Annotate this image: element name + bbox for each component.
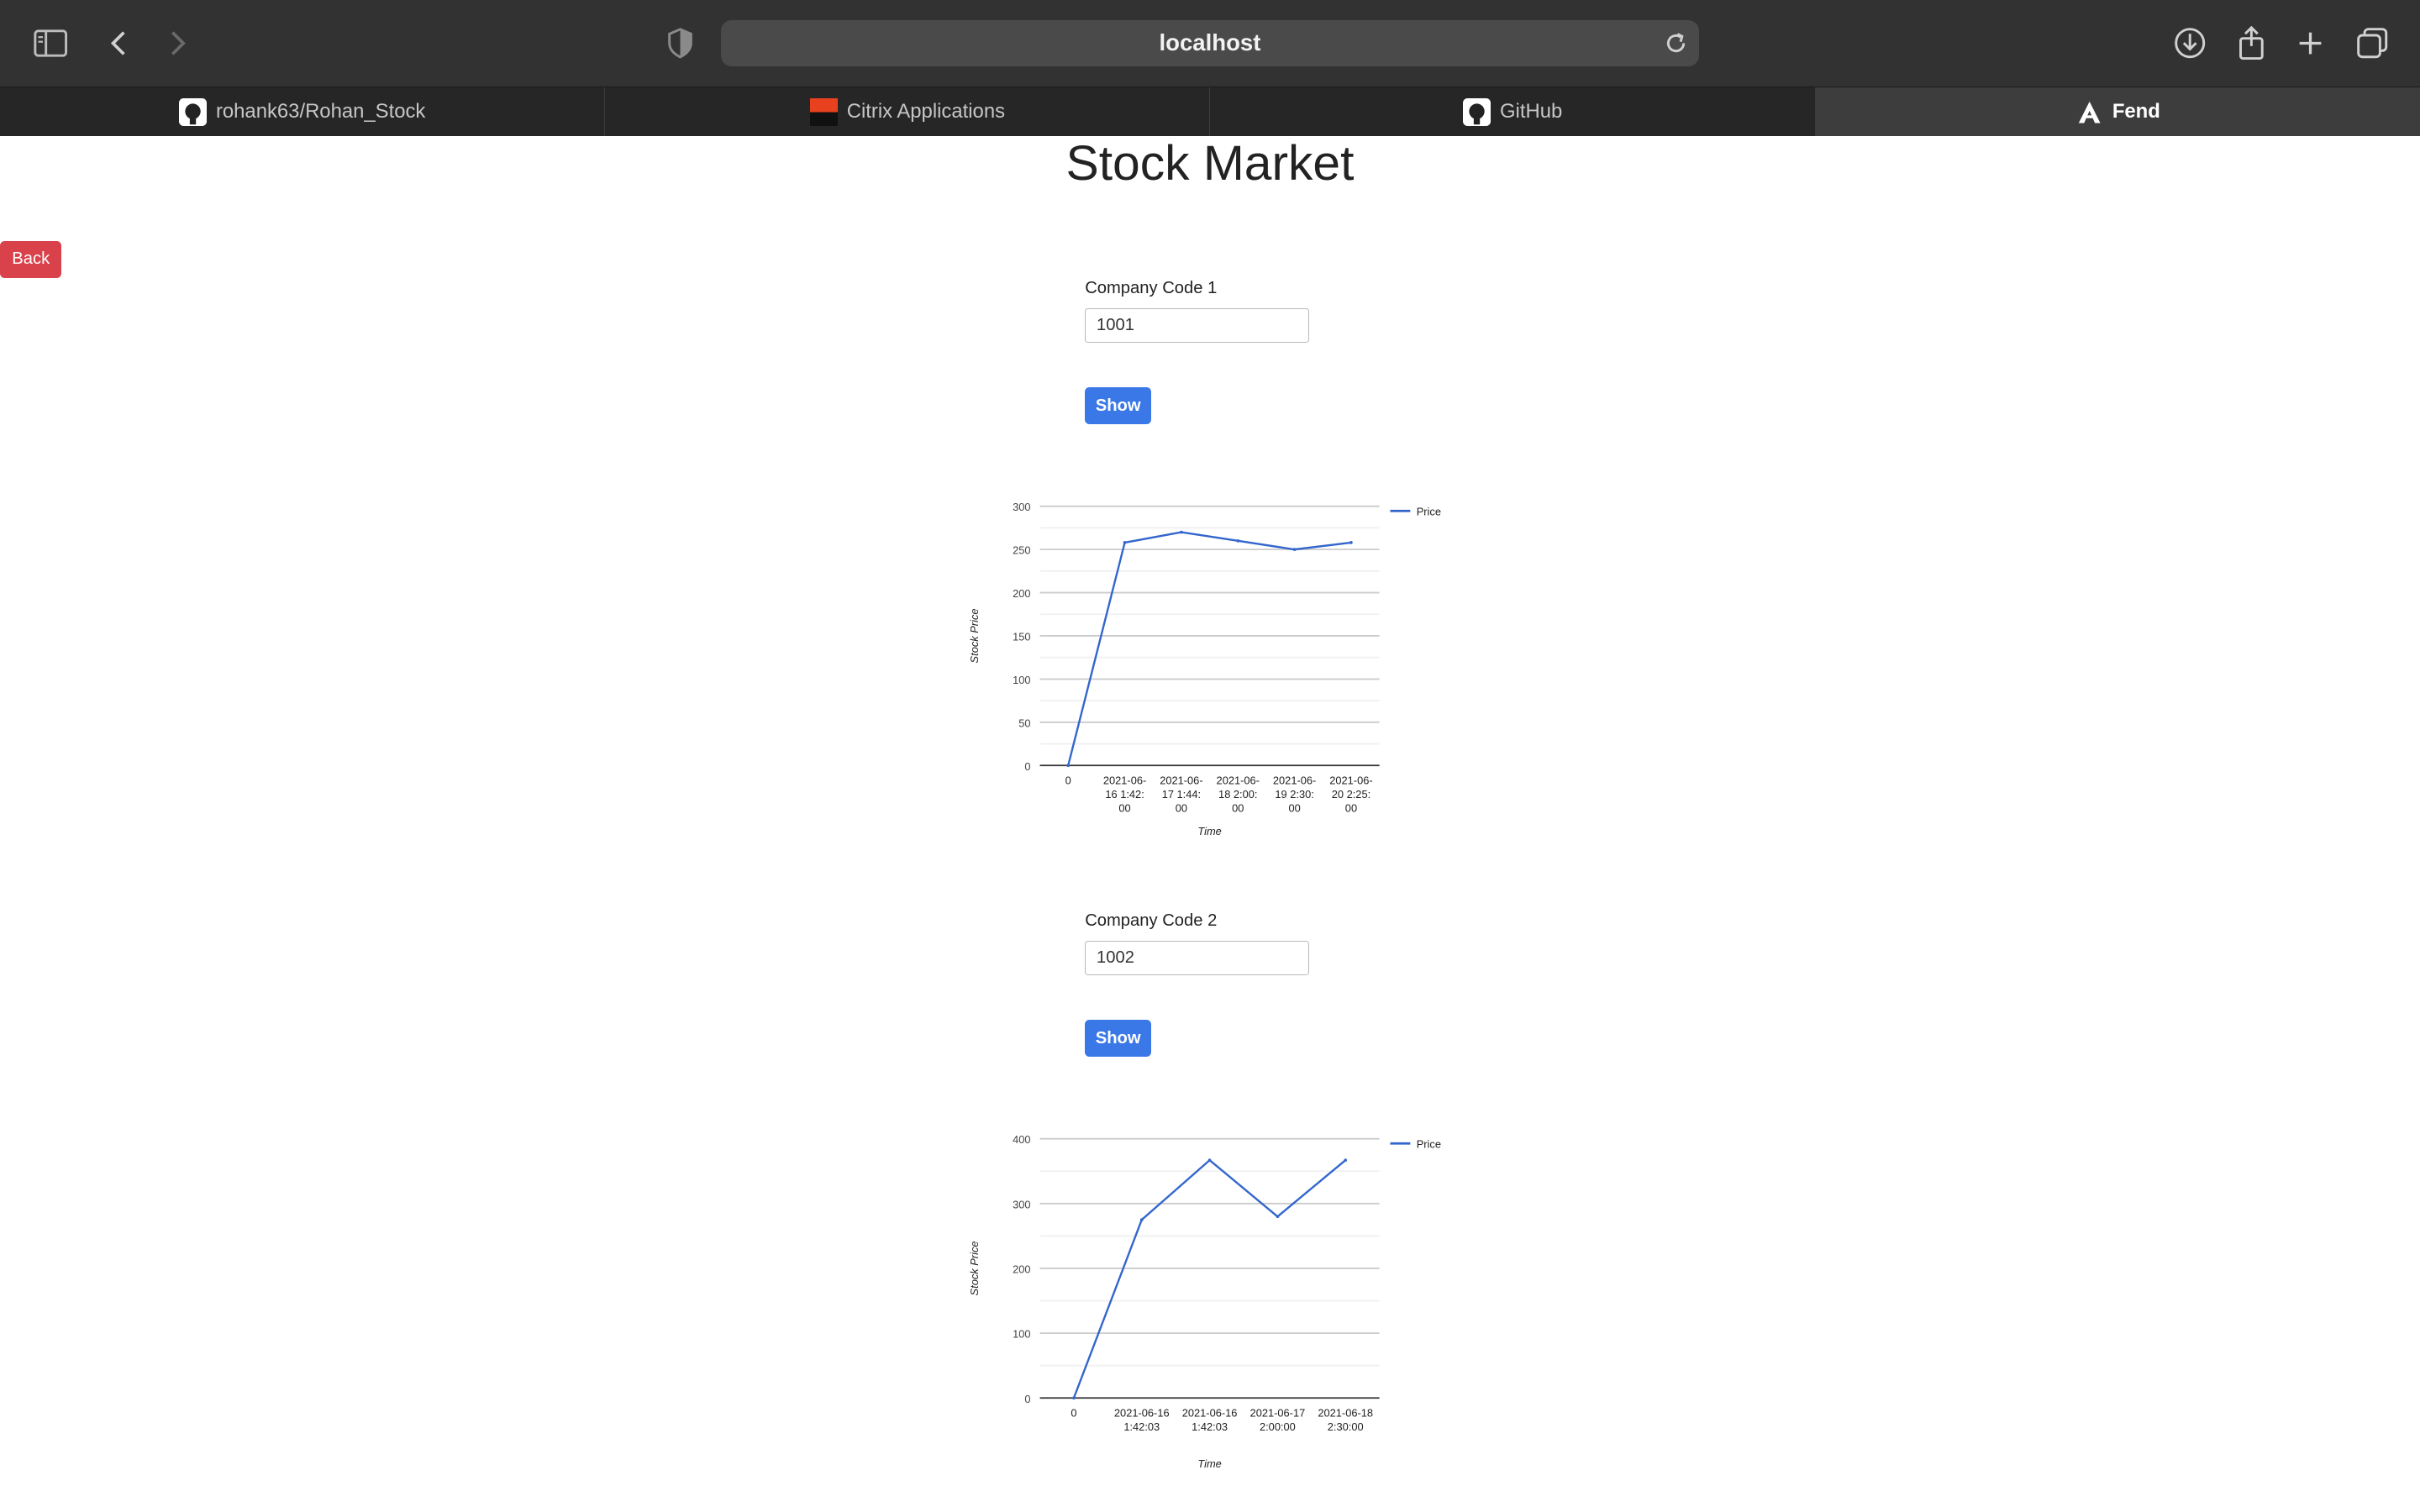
y-tick-label: 200	[1013, 1263, 1030, 1275]
data-point	[1276, 1215, 1280, 1218]
company-code-1-label: Company Code 1	[1085, 279, 1218, 298]
tab-overview-icon[interactable]	[2350, 22, 2393, 65]
stock-chart-2: 0 100 200 300 400 0 2021-06-16 1:42:03 2021-06-1…	[941, 1126, 1465, 1497]
y-tick-label: 100	[1013, 674, 1030, 686]
y-tick-label: 250	[1013, 543, 1030, 556]
stock-chart-1: 0 50 100 150 200 250 300 0 2021-06-16 1:42: 00 202…	[941, 494, 1465, 864]
y-tick-label: 300	[1013, 501, 1030, 513]
series-line	[1067, 531, 1352, 766]
series-line	[1073, 1158, 1347, 1399]
tab-github[interactable]: GitHub	[1210, 87, 1816, 137]
tab-label: Fend	[2112, 100, 2160, 123]
y-tick-label: 200	[1013, 587, 1030, 600]
citrix-icon	[809, 97, 838, 126]
y-tick-label: 0	[1025, 760, 1031, 773]
reload-icon[interactable]	[1662, 29, 1690, 57]
data-point	[1344, 1158, 1348, 1162]
data-point	[1072, 1396, 1076, 1399]
data-point	[1123, 540, 1127, 544]
data-point	[1066, 764, 1071, 767]
forward-navigation-icon[interactable]	[156, 22, 199, 65]
new-tab-icon[interactable]	[2289, 22, 2332, 65]
legend-label: Price	[1417, 1137, 1441, 1150]
privacy-shield-icon[interactable]	[659, 22, 702, 65]
x-axis-title: Time	[1198, 1457, 1222, 1470]
x-tick-label: 2021-06-16 1:42: 00	[1103, 774, 1146, 814]
data-point	[1180, 530, 1184, 534]
y-tick-label: 300	[1013, 1198, 1030, 1210]
share-icon[interactable]	[2230, 22, 2273, 65]
data-point	[1236, 538, 1240, 543]
angular-icon	[2075, 98, 2103, 126]
x-tick-label: 2021-06-17 2:00:00	[1250, 1406, 1306, 1433]
company-code-2-input[interactable]	[1085, 941, 1309, 975]
data-point	[1293, 548, 1297, 551]
tab-label: rohank63/Rohan_Stock	[215, 100, 426, 123]
tab-label: GitHub	[1499, 100, 1563, 123]
y-tick-label: 100	[1013, 1327, 1030, 1340]
browser-toolbar: localhost	[0, 0, 2420, 87]
downloads-icon[interactable]	[2169, 22, 2212, 65]
y-tick-label: 0	[1025, 1393, 1031, 1405]
tab-citrix-applications[interactable]: Citrix Applications	[605, 87, 1211, 137]
y-axis-title: Stock Price	[968, 608, 981, 663]
x-axis-title: Time	[1198, 825, 1222, 837]
x-tick-label: 2021-06-20 2:25: 00	[1330, 774, 1373, 814]
company-code-1-input[interactable]	[1085, 308, 1309, 343]
tab-fend[interactable]: Fend	[1815, 87, 2420, 137]
page-title: Stock Market	[1065, 135, 1355, 191]
x-tick-label: 2021-06-16 1:42:03	[1114, 1406, 1170, 1433]
url-text: localhost	[1159, 29, 1261, 56]
github-icon	[178, 97, 207, 126]
x-tick-label: 0	[1071, 1406, 1077, 1419]
x-tick-label: 2021-06-16 1:42:03	[1182, 1406, 1238, 1433]
line-chart: 0 100 200 300 400 0 2021-06-16 1:42:03 2021-06-1…	[968, 1133, 1441, 1470]
legend-label: Price	[1417, 505, 1441, 517]
tab-bar: rohank63/Rohan_Stock Citrix Applications…	[0, 86, 2420, 137]
data-point	[1208, 1158, 1212, 1162]
back-button[interactable]: Back	[0, 240, 62, 278]
back-navigation-icon[interactable]	[97, 22, 140, 65]
x-tick-label: 2021-06-19 2:30: 00	[1273, 774, 1316, 814]
x-tick-label: 2021-06-18 2:00: 00	[1217, 774, 1260, 814]
y-tick-label: 150	[1013, 630, 1030, 643]
company-code-2-label: Company Code 2	[1085, 911, 1218, 931]
y-tick-label: 50	[1019, 717, 1031, 729]
y-tick-label: 400	[1013, 1133, 1030, 1146]
show-button-1[interactable]: Show	[1085, 387, 1152, 425]
x-tick-label: 2021-06-17 1:44: 00	[1160, 774, 1203, 814]
data-point	[1349, 540, 1354, 544]
address-bar[interactable]: localhost	[720, 19, 1700, 66]
line-chart: 0 50 100 150 200 250 300 0 2021-06-16 1:42: 00 202…	[968, 501, 1441, 837]
x-tick-label: 2021-06-18 2:30:00	[1318, 1406, 1374, 1433]
github-icon	[1462, 97, 1491, 126]
show-button-2[interactable]: Show	[1085, 1020, 1152, 1058]
tab-rohan-stock[interactable]: rohank63/Rohan_Stock	[0, 87, 606, 137]
y-axis-title: Stock Price	[968, 1241, 981, 1295]
x-tick-label: 0	[1065, 774, 1071, 786]
page-content: Stock Market Back Company Code 1 Show 0 5…	[0, 135, 2420, 1512]
sidebar-toggle-icon[interactable]	[29, 22, 72, 65]
tab-label: Citrix Applications	[846, 100, 1006, 123]
data-point	[1140, 1218, 1144, 1221]
